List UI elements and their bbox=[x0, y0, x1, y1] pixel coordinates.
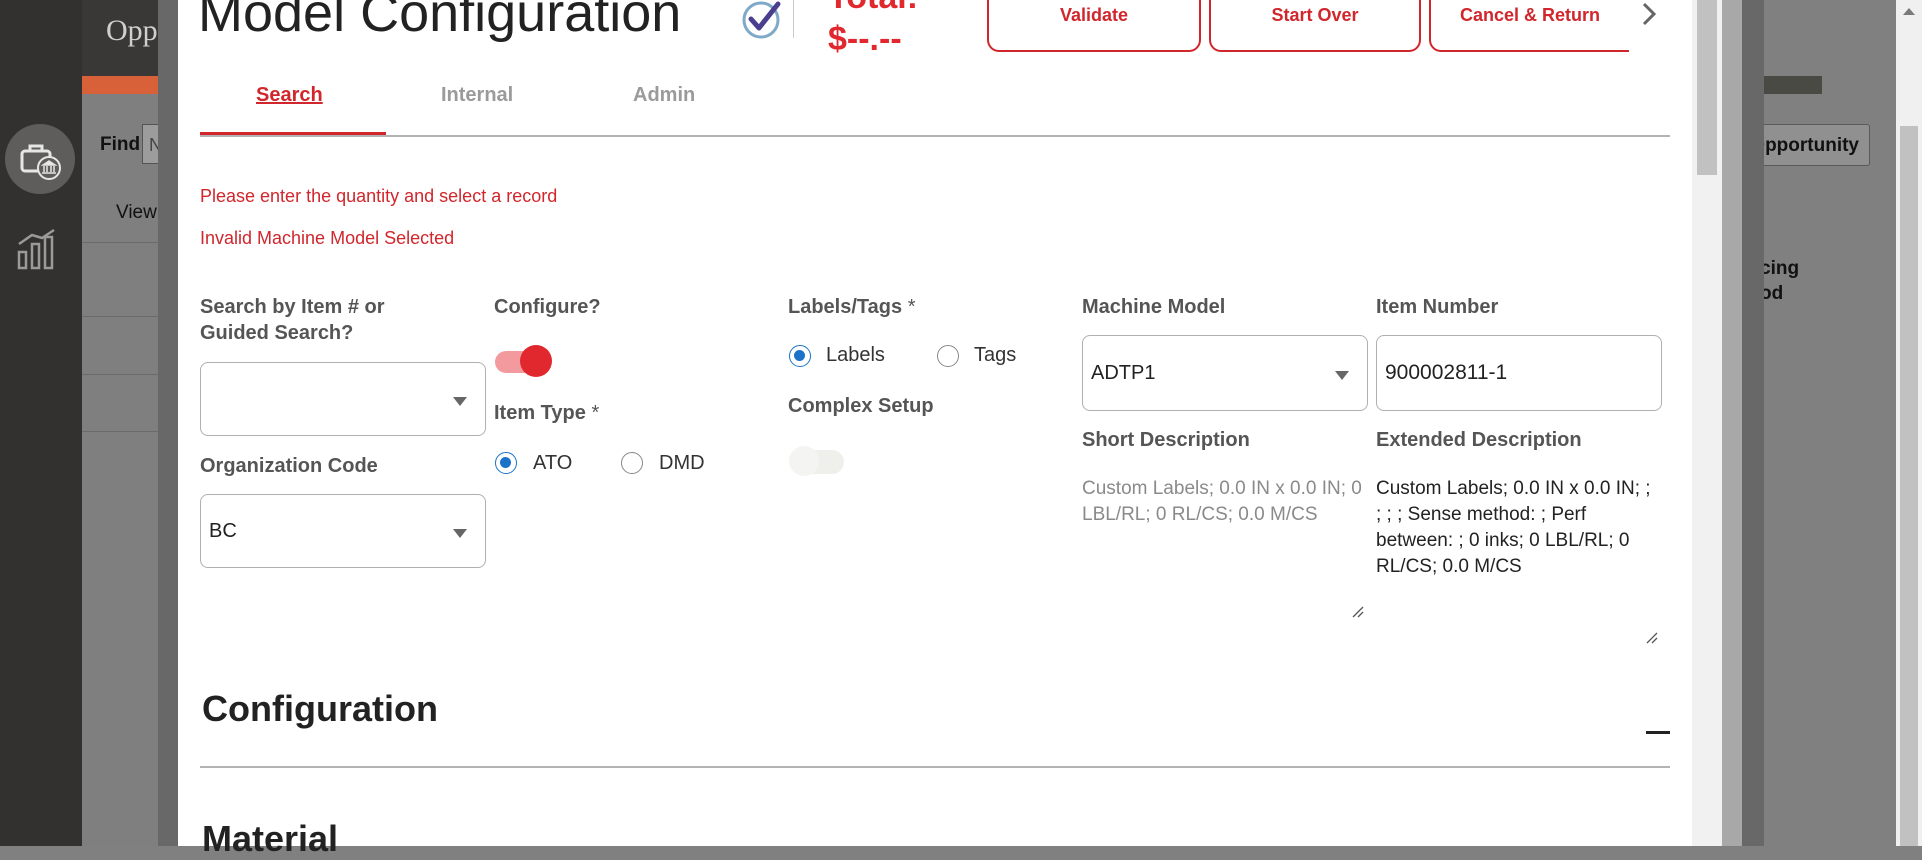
chevron-down-icon bbox=[453, 529, 467, 538]
total-value: $--.-- bbox=[828, 20, 902, 58]
item-number-input[interactable]: 900002811-1 bbox=[1376, 335, 1662, 411]
cancel-return-button[interactable]: Cancel & Return bbox=[1429, 0, 1629, 52]
complex-setup-label: Complex Setup bbox=[788, 395, 934, 417]
start-over-button[interactable]: Start Over bbox=[1209, 0, 1421, 52]
title-separator bbox=[793, 0, 794, 38]
item-number-label: Item Number bbox=[1376, 296, 1499, 318]
tags-radio-label[interactable]: Tags bbox=[974, 344, 1016, 367]
error-message: Please enter the quantity and select a r… bbox=[200, 186, 558, 206]
tab-search[interactable]: Search bbox=[256, 84, 323, 107]
dialog-edge bbox=[1722, 0, 1742, 846]
labels-radio-label[interactable]: Labels bbox=[826, 344, 885, 367]
validate-button[interactable]: Validate bbox=[987, 0, 1201, 52]
chevron-down-icon bbox=[453, 397, 467, 406]
tags-radio[interactable] bbox=[937, 345, 959, 367]
analytics-chart-icon[interactable] bbox=[16, 228, 58, 270]
tab-admin[interactable]: Admin bbox=[633, 84, 695, 107]
pricing-method-header: cing od bbox=[1760, 258, 1800, 304]
header-accent-bar bbox=[82, 76, 162, 94]
dialog-title: Model Configuration bbox=[198, 0, 682, 43]
organization-code-label: Organization Code bbox=[200, 455, 378, 477]
total-label: Total: bbox=[828, 0, 918, 17]
view-label[interactable]: View bbox=[116, 202, 157, 224]
page-scrollbar-thumb[interactable] bbox=[1900, 126, 1918, 846]
section-divider bbox=[200, 766, 1670, 768]
labels-radio[interactable] bbox=[789, 345, 811, 367]
chevron-right-icon[interactable] bbox=[1635, 0, 1663, 28]
item-type-ato-radio[interactable] bbox=[495, 452, 517, 474]
find-label: Find bbox=[100, 134, 141, 155]
search-by-label: Search by Item # or Guided Search? bbox=[200, 296, 385, 344]
banner-image-strip bbox=[1762, 76, 1822, 94]
complex-setup-toggle-knob[interactable] bbox=[789, 446, 819, 476]
item-type-ato-label[interactable]: ATO bbox=[533, 452, 572, 475]
configure-toggle-knob[interactable] bbox=[520, 345, 552, 377]
dialog-scrollbar-thumb[interactable] bbox=[1697, 0, 1717, 175]
search-by-select[interactable] bbox=[200, 362, 486, 436]
extended-description-label: Extended Description bbox=[1376, 429, 1582, 451]
chevron-down-icon bbox=[1335, 371, 1349, 380]
machine-model-select[interactable]: ADTP1 bbox=[1082, 335, 1368, 411]
configuration-section-heading[interactable]: Configuration bbox=[202, 688, 438, 730]
tab-internal[interactable]: Internal bbox=[441, 84, 513, 107]
machine-model-label: Machine Model bbox=[1082, 296, 1226, 318]
item-type-label: Item Type * bbox=[494, 402, 600, 424]
resize-handle-icon[interactable] bbox=[1352, 606, 1364, 618]
app-title: Opp bbox=[106, 14, 158, 47]
short-description-label: Short Description bbox=[1082, 429, 1250, 451]
labels-tags-label: Labels/Tags * bbox=[788, 296, 916, 318]
configure-label: Configure? bbox=[494, 296, 601, 318]
extended-description-text[interactable]: Custom Labels; 0.0 IN x 0.0 IN; ; ; ; ; … bbox=[1376, 476, 1661, 580]
material-section-heading[interactable]: Material bbox=[202, 818, 338, 860]
item-type-dmd-radio[interactable] bbox=[621, 452, 643, 474]
error-message: Invalid Machine Model Selected bbox=[200, 228, 455, 248]
collapse-minus-icon[interactable] bbox=[1646, 731, 1670, 734]
tabs-divider bbox=[200, 135, 1670, 137]
resize-handle-icon[interactable] bbox=[1646, 632, 1658, 644]
short-description-text[interactable]: Custom Labels; 0.0 IN x 0.0 IN; 0 LBL/RL… bbox=[1082, 476, 1367, 528]
briefcase-bank-icon[interactable] bbox=[5, 124, 75, 194]
item-type-dmd-label[interactable]: DMD bbox=[659, 452, 705, 475]
scroll-up-arrow-icon[interactable] bbox=[1903, 8, 1915, 15]
verified-check-icon bbox=[742, 1, 781, 39]
organization-code-select[interactable]: BC bbox=[200, 494, 486, 568]
